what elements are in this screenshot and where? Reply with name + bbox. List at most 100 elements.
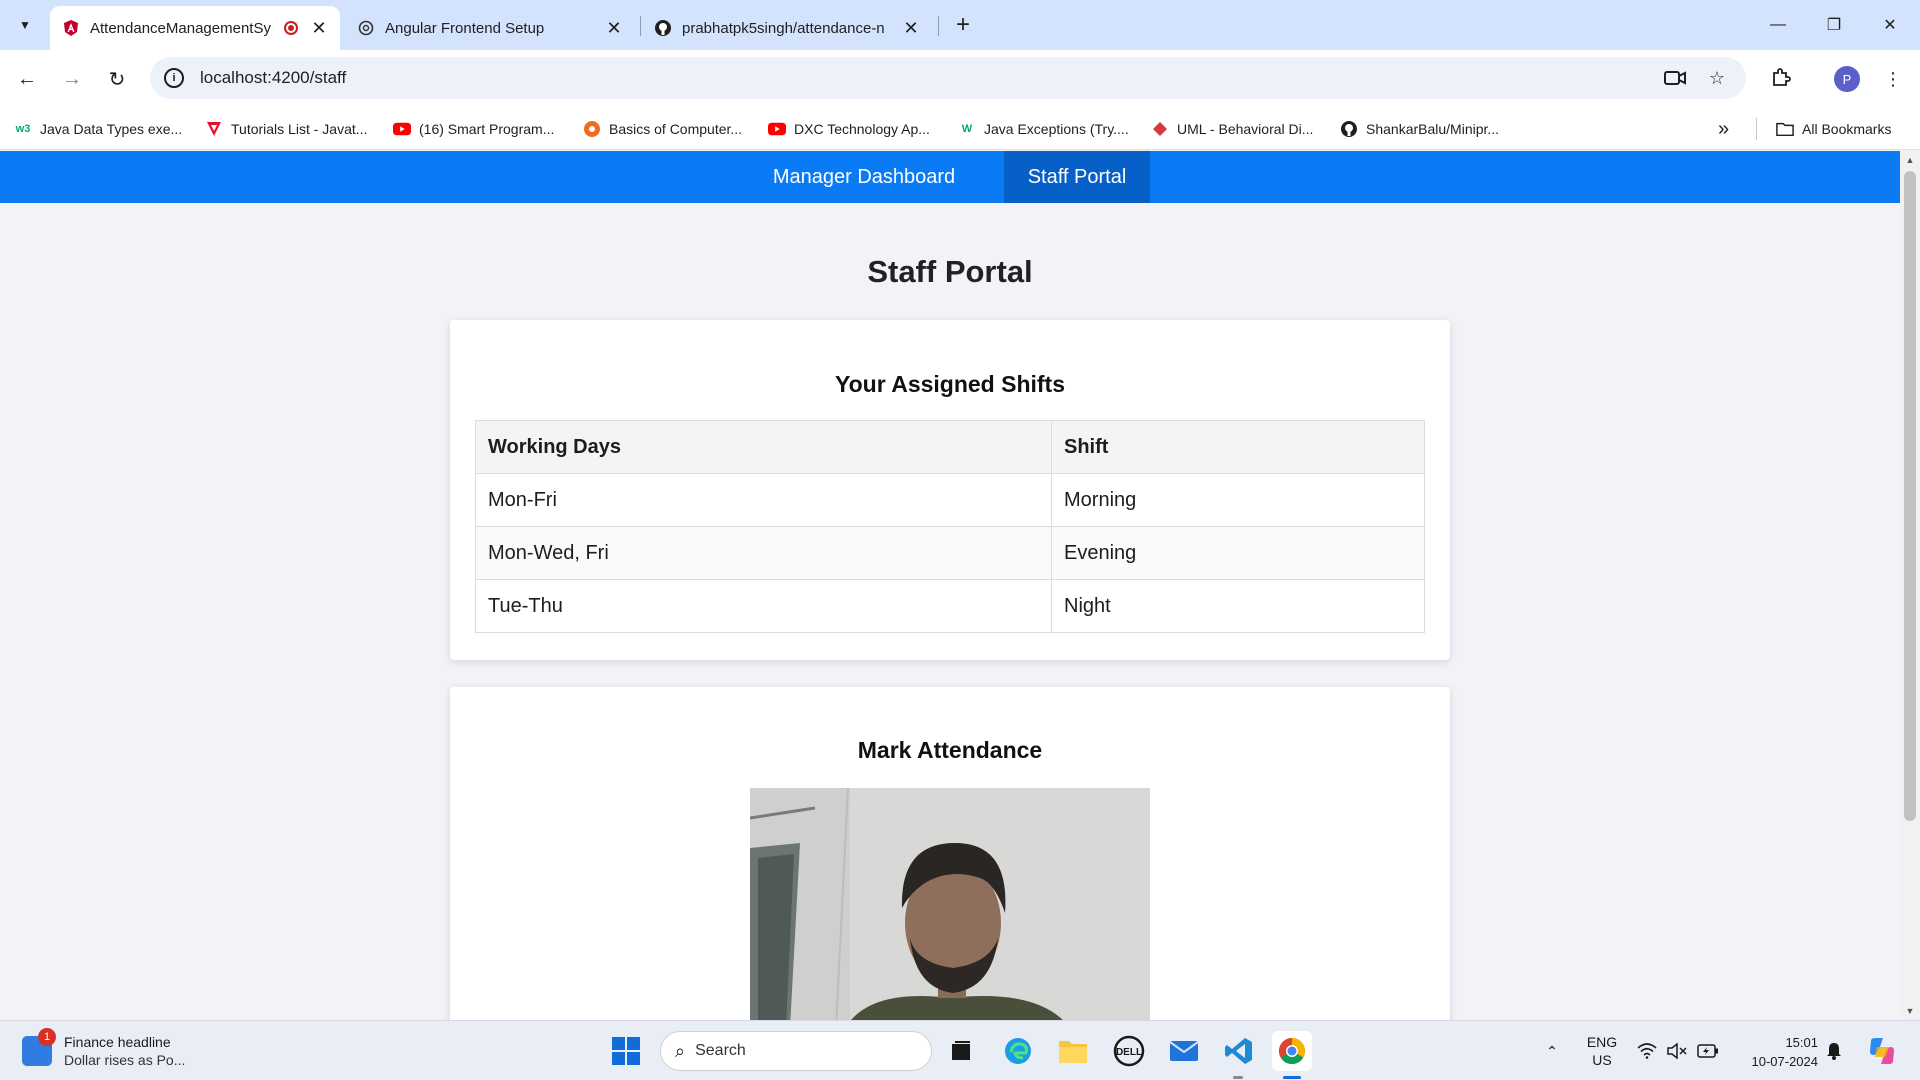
- notification-bell-icon[interactable]: [1822, 1021, 1846, 1080]
- tab-separator: [938, 16, 939, 36]
- dell-app[interactable]: DELL: [1109, 1031, 1149, 1071]
- table-row: Mon-Fri Morning: [475, 473, 1425, 527]
- back-button[interactable]: ←: [10, 62, 44, 96]
- javatpoint-icon: [205, 120, 223, 138]
- tab-angular-frontend-setup[interactable]: Angular Frontend Setup ✕: [345, 6, 635, 50]
- table-row: Tue-Thu Night: [475, 579, 1425, 633]
- copilot-icon[interactable]: [1864, 1021, 1900, 1080]
- mail-app[interactable]: [1164, 1031, 1204, 1071]
- vscode-icon: [1225, 1038, 1252, 1064]
- angular-icon: [62, 19, 80, 37]
- camera-in-use-icon[interactable]: [1658, 57, 1692, 99]
- close-window-button[interactable]: ✕: [1862, 0, 1918, 50]
- tab-github-attendance[interactable]: prabhatpk5singh/attendance-n ✕: [642, 6, 932, 50]
- taskbar-search[interactable]: ⌕ Search: [660, 1031, 932, 1071]
- table-cell: Mon-Wed, Fri: [475, 526, 1052, 580]
- bookmark-basics-computer[interactable]: Basics of Computer...: [583, 116, 742, 142]
- tab-attendance-management[interactable]: AttendanceManagementSy ✕: [50, 6, 340, 50]
- all-bookmarks-label: All Bookmarks: [1802, 121, 1892, 137]
- start-button[interactable]: [606, 1031, 646, 1071]
- bookmark-tutorials-list[interactable]: Tutorials List - Javat...: [205, 116, 367, 142]
- page-scrollbar[interactable]: ▲ ▼: [1900, 151, 1920, 1020]
- red-diamond-icon: [1151, 120, 1169, 138]
- card-title: Your Assigned Shifts: [834, 371, 1066, 397]
- url-text[interactable]: localhost:4200/staff: [200, 68, 346, 88]
- windows-taskbar: 1 Finance headline Dollar rises as Po...…: [0, 1020, 1920, 1080]
- bookmark-label: UML - Behavioral Di...: [1177, 121, 1314, 137]
- more-bookmarks-button[interactable]: »: [1718, 116, 1729, 142]
- task-view-button[interactable]: [941, 1031, 981, 1071]
- plus-icon: +: [955, 11, 970, 38]
- webcam-feed: [750, 788, 1150, 1020]
- running-app-indicator: [1233, 1076, 1243, 1079]
- extensions-button[interactable]: [1764, 62, 1798, 96]
- arrow-left-icon: ←: [17, 67, 37, 90]
- edge-app[interactable]: [998, 1031, 1038, 1071]
- close-icon[interactable]: ✕: [308, 17, 330, 39]
- tab-separator: [640, 16, 641, 36]
- language-line: ENG: [1586, 1034, 1618, 1050]
- bookmark-label: ShankarBalu/Minipr...: [1366, 121, 1500, 137]
- file-explorer-app[interactable]: [1053, 1031, 1093, 1071]
- bookmark-java-exceptions[interactable]: W Java Exceptions (Try....: [958, 116, 1129, 142]
- bookmark-java-data-types[interactable]: w3 Java Data Types exe...: [14, 116, 183, 142]
- scroll-down-icon[interactable]: ▼: [1900, 1002, 1920, 1020]
- youtube-icon: [393, 120, 411, 138]
- bookmark-smart-program[interactable]: (16) Smart Program...: [393, 116, 554, 142]
- app-navbar: Manager Dashboard Staff Portal: [0, 151, 1900, 203]
- windows-icon: [612, 1037, 640, 1065]
- recording-icon: [284, 21, 298, 35]
- new-tab-button[interactable]: +: [948, 10, 978, 40]
- address-bar[interactable]: i localhost:4200/staff ☆: [150, 57, 1746, 99]
- news-widget[interactable]: 1 Finance headline Dollar rises as Po...: [22, 1028, 186, 1073]
- mark-attendance-card: Mark Attendance: [450, 687, 1450, 1020]
- vscode-app[interactable]: [1219, 1031, 1259, 1071]
- bookmark-dxc-technology[interactable]: DXC Technology Ap...: [768, 116, 930, 142]
- scrollbar-thumb[interactable]: [1904, 171, 1916, 821]
- chrome-app[interactable]: [1272, 1031, 1312, 1071]
- more-vertical-icon: ⋮: [1884, 68, 1902, 89]
- scroll-up-icon[interactable]: ▲: [1900, 151, 1920, 169]
- close-icon[interactable]: ✕: [603, 17, 625, 39]
- table-header-row: Working Days Shift: [475, 420, 1425, 474]
- youtube-icon: [768, 120, 786, 138]
- mail-icon: [1169, 1041, 1199, 1061]
- notification-badge: 1: [38, 1028, 56, 1046]
- system-clock[interactable]: 15:01 10-07-2024: [1736, 1033, 1819, 1071]
- active-app-indicator: [1283, 1076, 1301, 1079]
- bookmark-label: (16) Smart Program...: [419, 121, 555, 137]
- reload-button[interactable]: ↻: [100, 62, 134, 96]
- bookmarks-divider: [1756, 118, 1757, 140]
- table-cell: Evening: [1051, 526, 1425, 580]
- widget-subtitle: Dollar rises as Po...: [64, 1052, 186, 1068]
- wifi-icon[interactable]: [1634, 1021, 1660, 1080]
- close-icon[interactable]: ✕: [900, 17, 922, 39]
- tab-search-button[interactable]: ▼: [10, 10, 40, 40]
- site-info-icon[interactable]: i: [164, 68, 184, 88]
- close-icon: ✕: [1883, 17, 1897, 34]
- nav-staff-portal[interactable]: Staff Portal: [1004, 151, 1150, 203]
- nav-manager-dashboard[interactable]: Manager Dashboard: [754, 151, 974, 203]
- restore-icon: ❐: [1826, 17, 1842, 34]
- all-bookmarks-button[interactable]: All Bookmarks: [1776, 116, 1891, 142]
- bookmark-star-icon[interactable]: ☆: [1700, 57, 1734, 99]
- forward-button[interactable]: →: [55, 62, 89, 96]
- assigned-shifts-card: Your Assigned Shifts Working Days Shift …: [450, 320, 1450, 660]
- profile-avatar[interactable]: P: [1834, 66, 1860, 92]
- card-title: Mark Attendance: [857, 737, 1043, 763]
- bookmark-uml-behavioral[interactable]: UML - Behavioral Di...: [1151, 116, 1313, 142]
- language-indicator[interactable]: ENG US: [1576, 1021, 1628, 1080]
- menu-button[interactable]: ⋮: [1876, 62, 1910, 96]
- restore-button[interactable]: ❐: [1806, 0, 1862, 50]
- battery-icon[interactable]: [1694, 1021, 1722, 1080]
- tab-title: Angular Frontend Setup: [385, 19, 545, 37]
- minimize-button[interactable]: —: [1750, 0, 1806, 50]
- browser-toolbar: ← → ↻ i localhost:4200/staff ☆ P ⋮: [0, 50, 1920, 108]
- table-cell: Morning: [1051, 473, 1425, 527]
- bookmark-shankarbalu[interactable]: ShankarBalu/Minipr...: [1340, 116, 1499, 142]
- w3schools-icon: W: [961, 123, 973, 135]
- edge-icon: [1005, 1038, 1031, 1064]
- volume-muted-icon[interactable]: [1664, 1021, 1690, 1080]
- show-hidden-icons-button[interactable]: ⌃: [1538, 1021, 1566, 1080]
- double-chevron-icon: »: [1718, 117, 1730, 140]
